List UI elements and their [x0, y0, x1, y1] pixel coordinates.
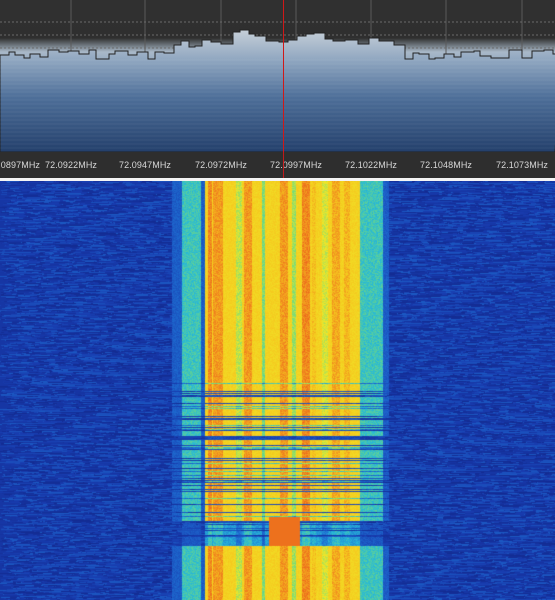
frequency-tick-label: 72.0997MHz — [269, 160, 323, 170]
frequency-cursor-line-axis — [283, 152, 284, 178]
frequency-tick-label: 72.0972MHz — [194, 160, 248, 170]
waterfall-canvas — [0, 181, 555, 600]
frequency-tick-label: 72.0947MHz — [118, 160, 172, 170]
frequency-tick-label: 72.0897MHz — [0, 160, 41, 170]
spectrum-plot[interactable] — [0, 0, 555, 152]
frequency-axis: 72.0897MHz 72.0922MHz 72.0947MHz 72.0972… — [0, 152, 555, 178]
waterfall-display[interactable] — [0, 181, 555, 600]
frequency-tick-label: 72.1048MHz — [419, 160, 473, 170]
spectrum-trace — [0, 29, 555, 152]
sdr-display[interactable]: 72.0897MHz 72.0922MHz 72.0947MHz 72.0972… — [0, 0, 555, 600]
spectrum-trace-svg — [0, 0, 555, 152]
frequency-tick-label: 72.0922MHz — [44, 160, 98, 170]
frequency-cursor-line[interactable] — [283, 0, 284, 152]
frequency-tick-label: 72.1022MHz — [344, 160, 398, 170]
frequency-tick-label: 72.1073MHz — [495, 160, 549, 170]
